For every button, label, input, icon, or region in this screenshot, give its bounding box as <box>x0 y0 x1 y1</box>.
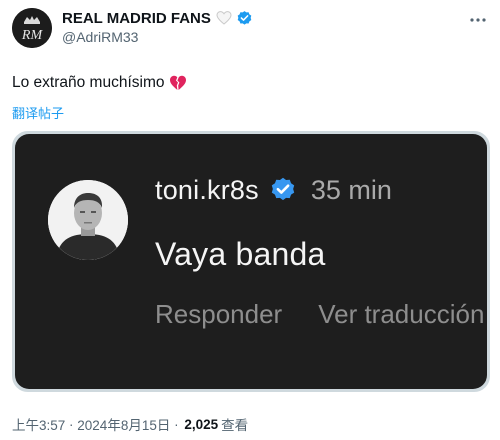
author-names: REAL MADRID FANS @AdriRM33 <box>62 8 253 45</box>
white-heart-icon <box>216 10 232 26</box>
commenter-row: toni.kr8s 35 min <box>155 172 392 208</box>
comment-actions: Responder Ver traducción <box>155 299 484 330</box>
reply-label: Responder <box>155 299 283 329</box>
tweet: RM REAL MADRID FANS @AdriRM33 Lo extraño… <box>0 0 500 440</box>
more-options-icon[interactable] <box>468 10 488 30</box>
views-count[interactable]: 2,025 <box>184 417 218 432</box>
comment-message: Vaya banda <box>155 236 326 272</box>
real-madrid-crest-icon: RM <box>12 8 52 48</box>
commenter-username: toni.kr8s <box>155 174 259 205</box>
instagram-comment-screenshot: toni.kr8s 35 min Vaya banda Responder Ve… <box>15 134 487 389</box>
author-handle[interactable]: @AdriRM33 <box>62 29 253 45</box>
tweet-date[interactable]: 2024年8月15日 <box>77 414 170 434</box>
commenter-verified-icon <box>269 176 297 204</box>
tweet-text: Lo extraño muchísimo <box>12 74 187 92</box>
meta-separator: · <box>65 416 78 432</box>
translate-post-link[interactable]: 翻译帖子 <box>12 103 64 122</box>
person-portrait-icon <box>48 180 128 260</box>
tweet-text-body: Lo extraño muchísimo <box>12 74 165 91</box>
verified-badge-icon[interactable] <box>236 10 253 27</box>
media-attachment[interactable]: toni.kr8s 35 min Vaya banda Responder Ve… <box>12 131 490 392</box>
views-label: 查看 <box>221 418 249 433</box>
meta-separator: · <box>170 416 183 432</box>
avatar[interactable]: RM <box>12 8 52 48</box>
author-display-name[interactable]: REAL MADRID FANS <box>62 10 211 27</box>
tweet-header: RM REAL MADRID FANS @AdriRM33 <box>12 8 488 52</box>
svg-text:RM: RM <box>21 28 44 43</box>
comment-time: 35 min <box>310 174 392 205</box>
see-translation-label: Ver traducción <box>318 299 485 329</box>
tweet-meta: 上午3:57 · 2024年8月15日 · 2,025 查看 <box>12 414 248 434</box>
broken-heart-icon <box>169 74 187 92</box>
tweet-time[interactable]: 上午3:57 <box>12 414 65 434</box>
commenter-avatar <box>48 180 128 260</box>
